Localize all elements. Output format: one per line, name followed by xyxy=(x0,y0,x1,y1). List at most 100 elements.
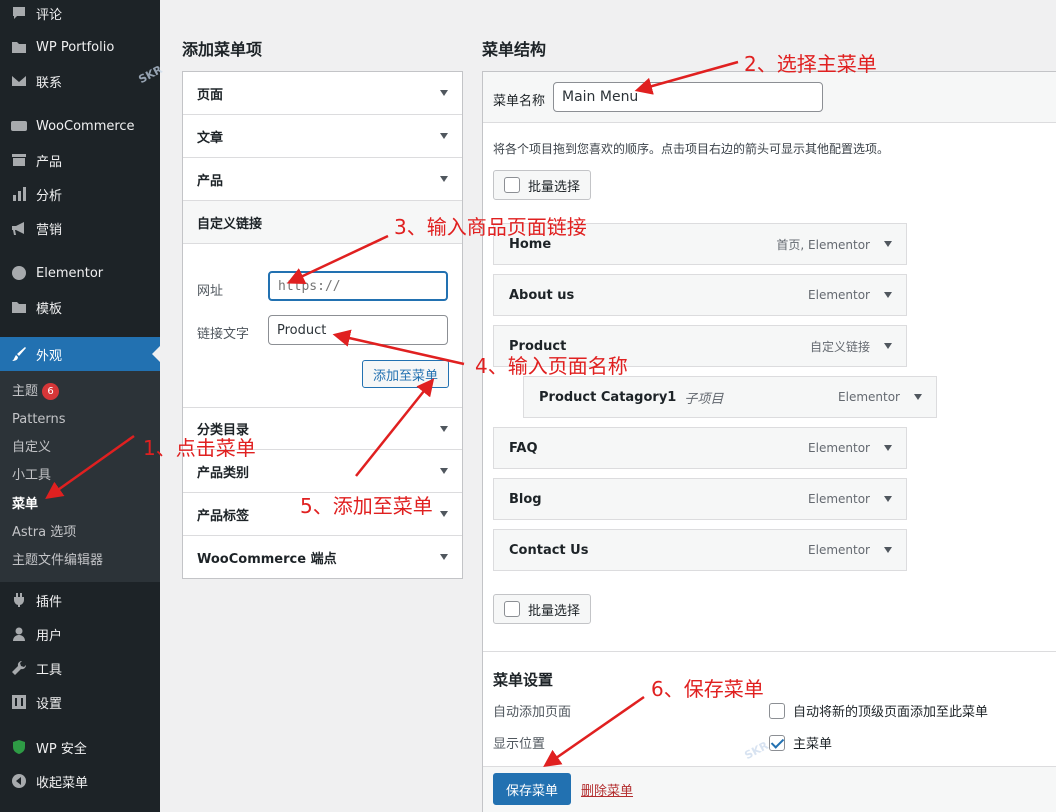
checkbox[interactable] xyxy=(504,601,520,617)
update-badge: 6 xyxy=(42,383,60,400)
sidebar-item-wp-portfolio[interactable]: WP Portfolio xyxy=(0,30,160,64)
menu-footer: 保存菜单 删除菜单 xyxy=(483,766,1056,812)
menu-structure-heading: 菜单结构 xyxy=(482,40,547,59)
submenu-astra-options[interactable]: Astra 选项 xyxy=(12,522,76,544)
sidebar-item-label: Elementor xyxy=(36,265,104,281)
sidebar-item-users[interactable]: 用户 xyxy=(0,617,160,651)
archive-icon xyxy=(10,151,28,169)
submenu-theme-editor[interactable]: 主题文件编辑器 xyxy=(12,550,103,572)
menu-item-type: Elementor xyxy=(838,390,900,404)
triangle-down-icon xyxy=(440,426,448,432)
submenu-themes[interactable]: 主题 6 xyxy=(12,381,60,403)
sidebar-item-label: WP Portfolio xyxy=(36,39,115,55)
triangle-down-icon[interactable] xyxy=(884,292,892,298)
appearance-submenu: 主题 6 Patterns 自定义 小工具 菜单 Astra 选项 主题文件编辑器 xyxy=(0,371,160,582)
sidebar-item-elementor[interactable]: Elementor xyxy=(0,256,160,290)
sidebar-item-label: 用户 xyxy=(36,628,63,644)
primary-menu-checkbox[interactable] xyxy=(769,734,785,751)
sidebar-item-label: 插件 xyxy=(36,594,63,610)
menu-item-contact-us[interactable]: Contact Us Elementor xyxy=(493,529,907,571)
accordion-label: 产品标签 xyxy=(197,508,250,524)
triangle-down-icon xyxy=(440,176,448,182)
accordion-pages[interactable]: 页面 xyxy=(183,72,462,115)
sidebar-item-tools[interactable]: 工具 xyxy=(0,651,160,685)
megaphone-icon xyxy=(10,219,28,237)
menu-settings-heading: 菜单设置 xyxy=(493,671,554,689)
bulk-select-bottom[interactable]: 批量选择 xyxy=(493,594,592,624)
sidebar-item-wp-security[interactable]: WP 安全 xyxy=(0,730,160,764)
menu-item-label: FAQ xyxy=(509,440,538,456)
collapse-icon xyxy=(10,772,28,790)
add-to-menu-button[interactable]: 添加至菜单 xyxy=(362,360,449,388)
sidebar-item-label: 收起菜单 xyxy=(36,775,89,791)
menu-item-product-catagory1[interactable]: Product Catagory1 子项目 Elementor xyxy=(523,376,937,418)
accordion-label: WooCommerce 端点 xyxy=(197,552,337,567)
menu-name-bar: 菜单名称 xyxy=(483,72,1056,123)
bulk-select-label: 批量选择 xyxy=(528,179,581,195)
sidebar-item-woocommerce[interactable]: WooCommerce xyxy=(0,109,160,143)
menu-item-label: Product Catagory1 xyxy=(539,389,677,405)
sidebar-item-settings[interactable]: 设置 xyxy=(0,685,160,719)
auto-add-option-label: 自动将新的顶级页面添加至此菜单 xyxy=(793,705,989,720)
triangle-down-icon[interactable] xyxy=(884,547,892,553)
mail-icon xyxy=(10,72,28,90)
auto-add-checkbox[interactable] xyxy=(769,702,785,719)
menu-name-input[interactable] xyxy=(553,82,823,112)
woo-icon xyxy=(10,117,28,135)
accordion-label: 产品类别 xyxy=(197,465,250,481)
menu-item-label: Blog xyxy=(509,491,542,507)
sidebar-collapse[interactable]: 收起菜单 xyxy=(0,764,160,798)
submenu-widgets[interactable]: 小工具 xyxy=(12,465,51,487)
accordion-woocommerce-endpoints[interactable]: WooCommerce 端点 xyxy=(183,536,462,579)
user-icon xyxy=(10,625,28,643)
menu-item-type: Elementor xyxy=(808,441,870,455)
sidebar-item-marketing[interactable]: 营销 xyxy=(0,211,160,245)
display-primary-option[interactable]: 主菜单 xyxy=(769,733,832,752)
link-text-input[interactable] xyxy=(268,315,448,345)
sidebar-item-label: 模板 xyxy=(36,301,63,317)
triangle-down-icon[interactable] xyxy=(914,394,922,400)
triangle-down-icon[interactable] xyxy=(884,241,892,247)
admin-sidebar: 评论 WP Portfolio 联系 WooCommerce 产品 分析 营销 … xyxy=(0,0,160,812)
annotation-step-5: 5、添加至菜单 xyxy=(300,494,433,518)
auto-add-option[interactable]: 自动将新的顶级页面添加至此菜单 xyxy=(769,701,988,720)
submenu-patterns[interactable]: Patterns xyxy=(12,409,66,431)
sidebar-item-label: 外观 xyxy=(36,348,63,364)
submenu-label: 主题 xyxy=(12,384,39,399)
url-input[interactable] xyxy=(268,271,448,301)
menu-item-about[interactable]: About us Elementor xyxy=(493,274,907,316)
settings-icon xyxy=(10,693,28,711)
menu-item-blog[interactable]: Blog Elementor xyxy=(493,478,907,520)
triangle-down-icon xyxy=(440,90,448,96)
menu-item-type: 自定义链接 xyxy=(809,339,870,354)
annotation-step-3: 3、输入商品页面链接 xyxy=(394,215,587,239)
accordion-products[interactable]: 产品 xyxy=(183,158,462,201)
save-menu-button[interactable]: 保存菜单 xyxy=(493,773,571,805)
submenu-menus[interactable]: 菜单 xyxy=(12,494,38,516)
folder-icon xyxy=(10,298,28,316)
accordion-label: 产品 xyxy=(197,173,224,189)
triangle-down-icon[interactable] xyxy=(884,496,892,502)
submenu-customize[interactable]: 自定义 xyxy=(12,437,51,459)
sidebar-item-analytics[interactable]: 分析 xyxy=(0,177,160,211)
chart-icon xyxy=(10,185,28,203)
sidebar-item-appearance[interactable]: 外观 xyxy=(0,337,160,371)
sidebar-item-label: 评论 xyxy=(36,7,63,23)
url-label: 网址 xyxy=(197,284,224,299)
elementor-icon xyxy=(10,264,28,282)
sidebar-item-templates[interactable]: 模板 xyxy=(0,290,160,324)
bulk-select-top[interactable]: 批量选择 xyxy=(493,170,592,200)
sidebar-item-comments[interactable]: 评论 xyxy=(0,0,160,30)
link-text-label: 链接文字 xyxy=(197,327,250,342)
accordion-label: 文章 xyxy=(197,130,224,146)
checkbox[interactable] xyxy=(504,177,520,193)
accordion-posts[interactable]: 文章 xyxy=(183,115,462,158)
sidebar-item-products[interactable]: 产品 xyxy=(0,143,160,177)
sidebar-item-contact[interactable]: 联系 xyxy=(0,64,160,98)
triangle-down-icon[interactable] xyxy=(884,445,892,451)
delete-menu-link[interactable]: 删除菜单 xyxy=(581,780,633,799)
annotation-step-4: 4、输入页面名称 xyxy=(475,354,628,378)
sidebar-item-plugins[interactable]: 插件 xyxy=(0,583,160,617)
menu-item-faq[interactable]: FAQ Elementor xyxy=(493,427,907,469)
triangle-down-icon[interactable] xyxy=(884,343,892,349)
